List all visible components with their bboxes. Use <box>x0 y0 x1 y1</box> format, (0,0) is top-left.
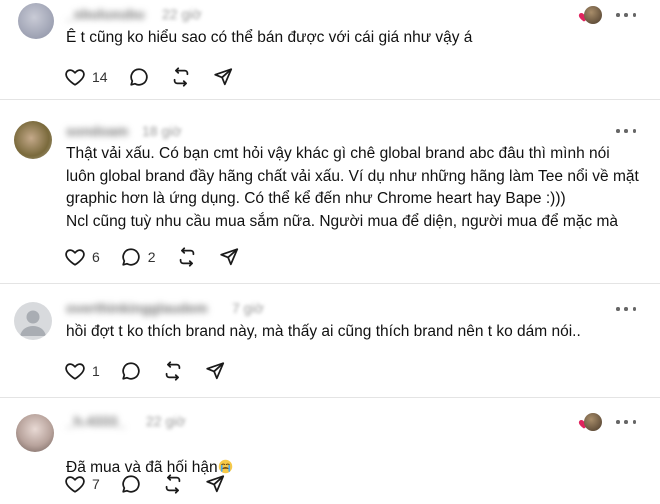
more-dots-icon[interactable] <box>616 124 636 138</box>
avatar[interactable] <box>14 302 52 340</box>
action-bar: 7 <box>64 472 246 496</box>
timestamp: 22 giờ <box>162 6 202 22</box>
share-button[interactable] <box>212 66 234 88</box>
more-dots-icon[interactable] <box>616 415 636 429</box>
like-button[interactable]: 7 <box>64 473 100 495</box>
username[interactable]: _sbuluxubu <box>66 6 145 22</box>
timestamp: 7 giờ <box>232 300 264 316</box>
author-liked-badge <box>578 413 602 431</box>
author-liked-badge <box>578 6 602 24</box>
post-text: hồi đợt t ko thích brand này, mà thấy ai… <box>66 323 581 340</box>
reply-button[interactable] <box>128 66 150 88</box>
like-count: 14 <box>92 69 108 85</box>
reply-post-4: _h.4333_ 22 giờ Đã mua và đã hối hận 7 <box>0 398 660 504</box>
avatar[interactable] <box>16 414 54 452</box>
heart-icon <box>64 360 86 382</box>
avatar[interactable] <box>18 3 54 39</box>
like-button[interactable]: 14 <box>64 66 108 88</box>
more-dots-icon[interactable] <box>616 302 636 316</box>
more-dots-icon[interactable] <box>616 8 636 22</box>
like-count: 1 <box>92 363 100 379</box>
send-icon <box>212 66 234 88</box>
repost-icon <box>162 473 184 495</box>
send-icon <box>204 473 226 495</box>
post-text: Ê t cũng ko hiểu sao có thể bán được với… <box>66 29 473 46</box>
username[interactable]: sondoam <box>66 123 128 139</box>
send-icon <box>218 246 240 268</box>
heart-icon <box>64 246 86 268</box>
timestamp: 22 giờ <box>146 413 186 429</box>
send-icon <box>204 360 226 382</box>
action-bar: 1 <box>64 359 246 383</box>
comment-icon <box>120 473 142 495</box>
repost-icon <box>162 360 184 382</box>
reply-post-2: sondoam 18 giờ Thật vải xấu. Có bạn cmt … <box>0 100 660 284</box>
heart-icon <box>64 473 86 495</box>
repost-button[interactable] <box>162 360 184 382</box>
action-bar: 6 2 <box>64 245 260 269</box>
like-button[interactable]: 6 <box>64 246 100 268</box>
default-avatar-icon <box>20 310 46 336</box>
reply-post-3: overthinkingglaudem 7 giờ hồi đợt t ko t… <box>0 284 660 398</box>
repost-button[interactable] <box>176 246 198 268</box>
repost-icon <box>170 66 192 88</box>
comment-icon <box>128 66 150 88</box>
share-button[interactable] <box>218 246 240 268</box>
repost-button[interactable] <box>162 473 184 495</box>
reply-post-1: _sbuluxubu 22 giờ Ê t cũng ko hiểu sao c… <box>0 0 660 100</box>
reply-count: 2 <box>147 249 156 265</box>
author-avatar-mini <box>584 6 602 24</box>
like-count: 7 <box>92 476 100 492</box>
reply-button[interactable] <box>120 473 142 495</box>
like-count: 6 <box>92 249 100 265</box>
repost-button[interactable] <box>170 66 192 88</box>
repost-icon <box>176 246 198 268</box>
action-bar: 14 <box>64 65 254 89</box>
comment-icon <box>120 246 142 268</box>
username[interactable]: overthinkingglaudem <box>66 300 208 316</box>
username[interactable]: _h.4333_ <box>66 413 125 429</box>
avatar[interactable] <box>14 121 52 159</box>
reply-button[interactable]: 2 <box>120 246 156 268</box>
like-button[interactable]: 1 <box>64 360 100 382</box>
heart-icon <box>64 66 86 88</box>
reply-button[interactable] <box>120 360 142 382</box>
timestamp: 18 giờ <box>142 123 182 139</box>
comment-icon <box>120 360 142 382</box>
share-button[interactable] <box>204 360 226 382</box>
share-button[interactable] <box>204 473 226 495</box>
post-text: Thật vải xấu. Có bạn cmt hỏi vậy khác gì… <box>66 145 639 230</box>
author-avatar-mini <box>584 413 602 431</box>
